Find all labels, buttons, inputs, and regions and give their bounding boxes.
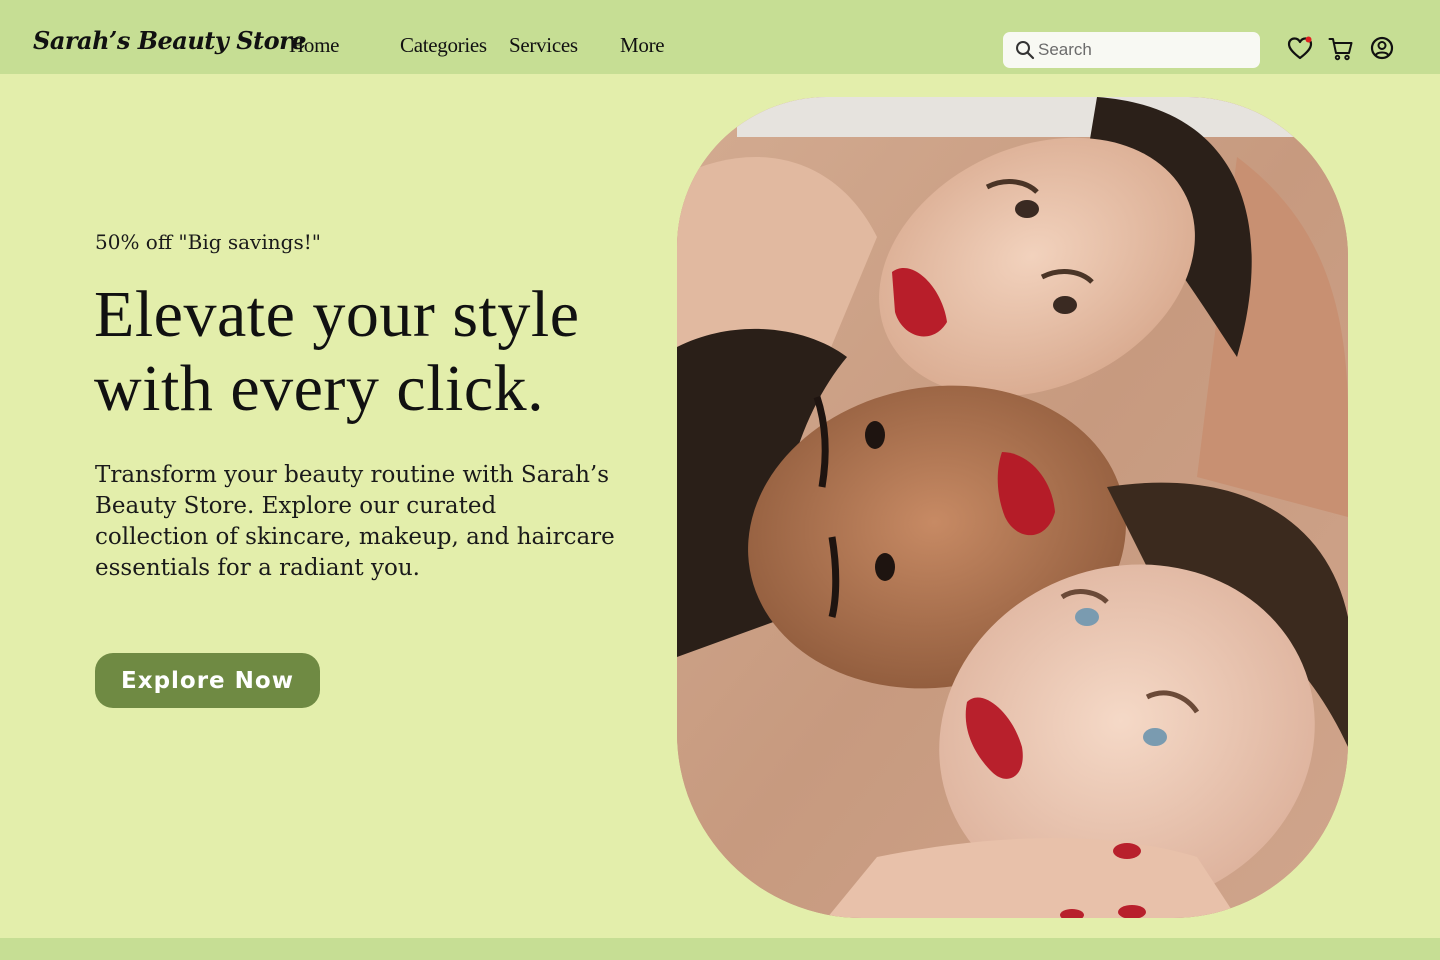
cart-icon bbox=[1328, 38, 1353, 61]
wishlist-button[interactable] bbox=[1287, 36, 1313, 62]
footer-strip bbox=[0, 938, 1440, 960]
heart-icon bbox=[1287, 36, 1313, 60]
nav-item-categories[interactable]: Categories bbox=[400, 33, 487, 58]
promo-text: 50% off "Big savings!" bbox=[95, 230, 321, 254]
nav-item-home[interactable]: Home bbox=[289, 33, 339, 58]
search-input[interactable] bbox=[1038, 32, 1253, 68]
user-account-icon bbox=[1370, 36, 1394, 60]
explore-now-button[interactable]: Explore Now bbox=[95, 653, 320, 708]
cart-button[interactable] bbox=[1328, 36, 1354, 62]
search-bar[interactable] bbox=[1003, 32, 1260, 68]
hero-headline: Elevate your style with every click. bbox=[94, 278, 580, 425]
brand-logo[interactable]: Sarah’s Beauty Store bbox=[33, 26, 307, 55]
top-navbar: Sarah’s Beauty Store Home Categories Ser… bbox=[0, 0, 1440, 74]
account-button[interactable] bbox=[1369, 36, 1395, 62]
hero-image bbox=[677, 97, 1348, 918]
nav-item-services[interactable]: Services bbox=[509, 33, 578, 58]
search-icon bbox=[1016, 41, 1035, 60]
hero-description: Transform your beauty routine with Sarah… bbox=[95, 462, 615, 581]
models-photo-illustration bbox=[677, 97, 1348, 918]
nav-item-more[interactable]: More bbox=[620, 33, 665, 58]
notification-dot bbox=[1305, 36, 1312, 43]
